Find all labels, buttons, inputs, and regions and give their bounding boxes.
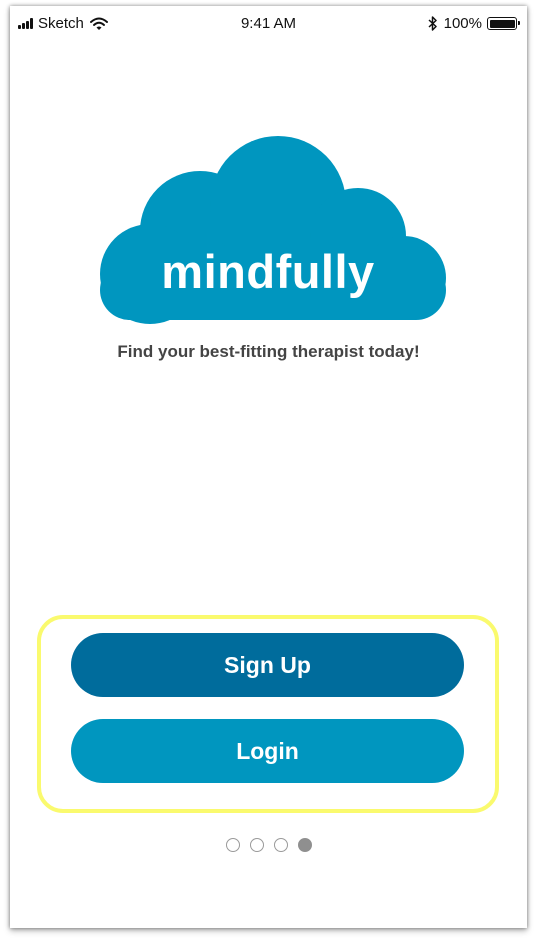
page-indicator <box>10 838 527 852</box>
login-button[interactable]: Login <box>71 719 464 783</box>
bluetooth-icon <box>428 16 437 31</box>
battery-fill <box>489 19 515 28</box>
page-dot-3[interactable] <box>273 838 288 852</box>
logo-text: mindfully <box>161 245 375 298</box>
tagline: Find your best-fitting therapist today! <box>117 342 420 361</box>
status-right: 100% <box>428 15 520 32</box>
page-dot-1[interactable] <box>225 838 240 852</box>
app-logo: mindfully <box>88 136 448 326</box>
status-bar: Sketch 9:41 AM 100% <box>10 6 527 42</box>
sign-up-button[interactable]: Sign Up <box>71 633 464 697</box>
battery-icon <box>487 17 520 30</box>
phone-screen: Sketch 9:41 AM 100% mindfully Find your … <box>10 6 527 928</box>
battery-percent: 100% <box>443 15 482 32</box>
page-dot-2[interactable] <box>249 838 264 852</box>
page-dot-4[interactable] <box>297 838 312 852</box>
